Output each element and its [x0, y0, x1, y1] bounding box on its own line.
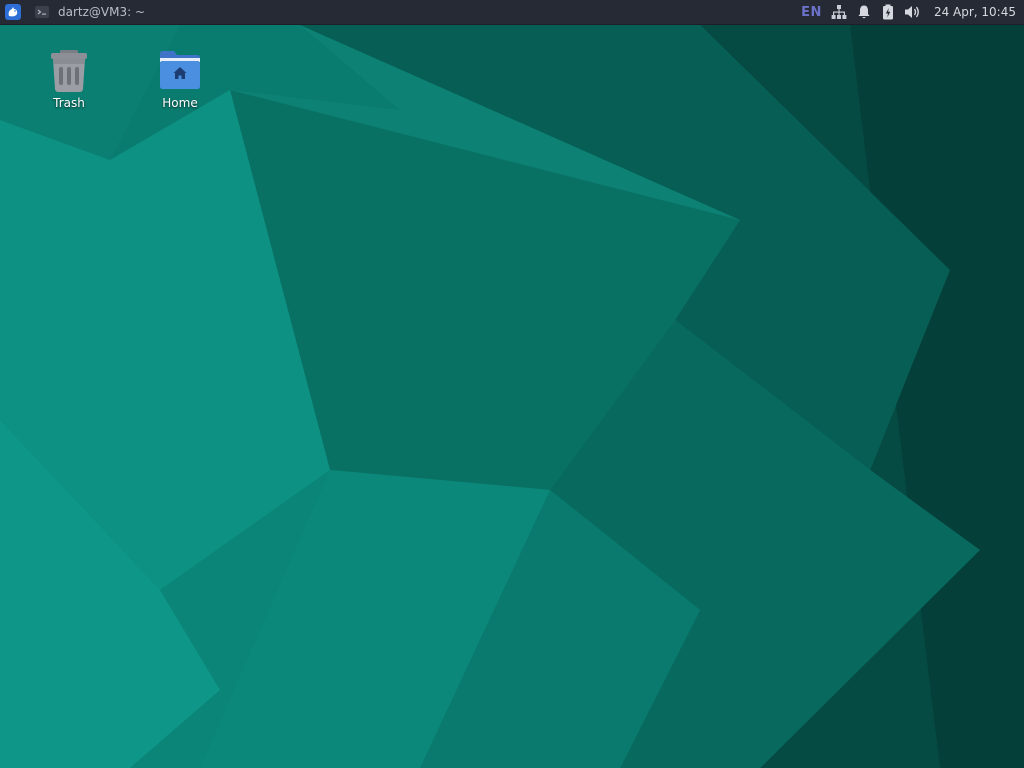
terminal-icon [34, 4, 50, 20]
desktop-icon-home[interactable]: Home [140, 46, 220, 110]
volume-button[interactable] [904, 0, 922, 24]
trash-icon [45, 46, 93, 94]
panel-system-tray: EN 24 Apr, 10:45 [801, 0, 1016, 24]
keyboard-layout-indicator[interactable]: EN [801, 0, 822, 24]
desktop[interactable]: dartz@VM3: ~ EN 24 Apr, 10:45 Trash Home [0, 0, 1024, 768]
notifications-button[interactable] [856, 0, 872, 24]
taskbar-item-title: dartz@VM3: ~ [58, 5, 146, 19]
applications-menu-button[interactable] [0, 0, 26, 24]
network-button[interactable] [831, 0, 847, 24]
desktop-wallpaper [0, 0, 1024, 768]
desktop-icon-label: Trash [53, 96, 85, 110]
clock[interactable]: 24 Apr, 10:45 [934, 0, 1016, 24]
desktop-icon-trash[interactable]: Trash [29, 46, 109, 110]
bell-icon [858, 5, 870, 19]
power-manager-button[interactable] [881, 0, 895, 24]
speaker-icon [904, 6, 919, 18]
top-panel: dartz@VM3: ~ EN 24 Apr, 10:45 [0, 0, 1024, 25]
taskbar-item-terminal[interactable]: dartz@VM3: ~ [26, 0, 151, 24]
home-folder-icon [156, 46, 204, 94]
xfce-mouse-icon [5, 4, 21, 20]
network-wired-icon [831, 5, 847, 19]
battery-charging-icon [882, 4, 893, 20]
panel-left-area: dartz@VM3: ~ [0, 0, 151, 24]
desktop-icon-label: Home [162, 96, 198, 110]
